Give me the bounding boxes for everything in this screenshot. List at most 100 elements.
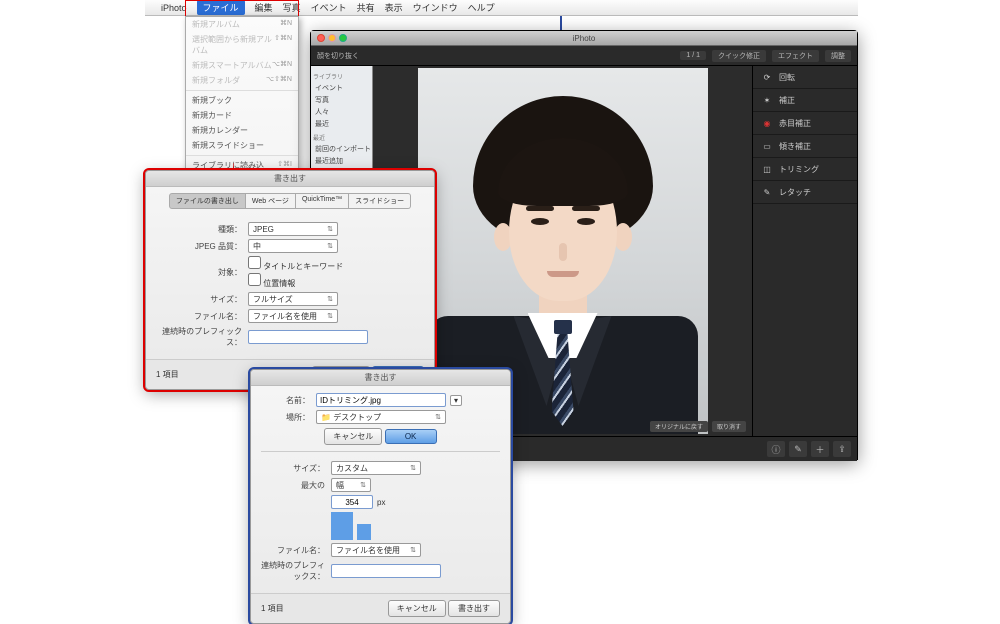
dialog-title: 書き出す [251,370,510,386]
px-unit: px [377,498,385,507]
menu-file[interactable]: ファイル [197,0,245,15]
mac-menubar: iPhoto ファイル 編集 写真 イベント 共有 表示 ウインドウ ヘルプ [145,0,858,16]
undo-button[interactable]: 取り消す [712,421,746,432]
sidebar-item[interactable]: 前回のインポート [313,143,370,155]
add-icon[interactable]: ＋ [811,441,829,457]
window-title: iPhoto [573,34,596,43]
place-label: 場所： [261,412,316,423]
toolbar-title: 顔を切り抜く [317,51,359,61]
menu-item[interactable]: 新規ブック [186,93,298,108]
target-label: 対象： [156,267,248,278]
place-select[interactable]: 📁 デスクトップ⇅ [316,410,446,424]
menu-help[interactable]: ヘルプ [468,1,495,14]
filename-input[interactable] [316,393,446,407]
prefix-label: 連続時のプレフィックス： [156,326,248,348]
zoom-icon[interactable] [339,34,347,42]
filename-select[interactable]: ファイル名を使用⇅ [331,543,421,557]
menu-item[interactable]: 新規スマートアルバム⌥⌘N [186,58,298,73]
quality-select[interactable]: 中⇅ [248,239,338,253]
size-label: サイズ： [156,294,248,305]
edit-tools-panel: ⟳回転 ✶補正 ◉赤目補正 ▭傾き補正 ◫トリミング ✎レタッチ [752,66,857,436]
chevron-updown-icon: ⇅ [327,295,333,303]
tab-adjust[interactable]: 調整 [825,50,851,62]
window-titlebar: iPhoto [311,31,857,46]
item-count: 1 項目 [261,603,284,614]
name-label: 名前： [261,395,316,406]
sidebar-item[interactable]: イベント [313,82,370,94]
size-preview-icon [331,512,375,540]
close-icon[interactable] [317,34,325,42]
minimize-icon[interactable] [328,34,336,42]
dimension-select[interactable]: 幅⇅ [331,478,371,492]
redeye-icon: ◉ [761,117,773,129]
filename-select[interactable]: ファイル名を使用⇅ [248,309,338,323]
menu-events[interactable]: イベント [311,1,347,14]
size-select[interactable]: フルサイズ⇅ [248,292,338,306]
menu-separator [186,155,298,156]
menu-item[interactable]: 新規フォルダ⌥⇧⌘N [186,73,298,88]
menu-window[interactable]: ウインドウ [413,1,458,14]
ok-button[interactable]: OK [385,429,437,444]
export-dialog: 書き出す ファイルの書き出し Web ページ QuickTime™ スライドショ… [145,170,435,390]
sidebar-item[interactable]: 写真 [313,94,370,106]
rotate-icon: ⟳ [761,71,773,83]
tab-quickfix[interactable]: クイック修正 [712,50,766,62]
tool-rotate[interactable]: ⟳回転 [753,66,857,89]
tool-retouch[interactable]: ✎レタッチ [753,181,857,204]
chevron-updown-icon: ⇅ [360,481,366,489]
tool-redeye[interactable]: ◉赤目補正 [753,112,857,135]
prefix-input[interactable] [248,330,368,344]
menu-item[interactable]: 選択範囲から新規アルバム⇧⌘N [186,32,298,58]
retouch-icon: ✎ [761,186,773,198]
cancel-button[interactable]: キャンセル [324,428,382,445]
filename-label: ファイル名： [156,311,248,322]
sidebar-item[interactable]: 最近追加 [313,155,370,167]
item-count: 1 項目 [156,369,179,380]
crop-icon: ◫ [761,163,773,175]
tab-slideshow[interactable]: スライドショー [349,193,411,209]
kind-label: 種類： [156,224,248,235]
info-icon[interactable]: ⓘ [767,441,785,457]
tool-straighten[interactable]: ▭傾き補正 [753,135,857,158]
photo-counter: 1 / 1 [680,51,706,60]
tab-webpage[interactable]: Web ページ [246,193,296,209]
cancel-button[interactable]: キャンセル [388,600,446,617]
share-icon[interactable]: ⇪ [833,441,851,457]
app-name: iPhoto [161,3,187,13]
chevron-updown-icon: ⇅ [410,464,416,472]
pixel-input[interactable] [331,495,373,509]
max-label: 最大の [261,480,331,491]
menu-item[interactable]: 新規スライドショー [186,138,298,153]
tab-file-export[interactable]: ファイルの書き出し [169,193,246,209]
revert-button[interactable]: オリジナルに戻す [650,421,708,432]
edit-icon[interactable]: ✎ [789,441,807,457]
menu-edit[interactable]: 編集 [255,1,273,14]
prefix-label: 連続時のプレフィックス： [261,560,331,582]
tab-effects[interactable]: エフェクト [772,50,819,62]
menu-photos[interactable]: 写真 [283,1,301,14]
location-checkbox[interactable]: 位置情報 [248,273,295,289]
tool-crop[interactable]: ◫トリミング [753,158,857,181]
sidebar-item[interactable]: 最近 [313,118,370,130]
kind-select[interactable]: JPEG⇅ [248,222,338,236]
traffic-lights [317,34,347,42]
menu-item[interactable]: 新規カード [186,108,298,123]
save-dialog: 書き出す 名前： ▾ 場所： 📁 デスクトップ⇅ キャンセル OK サイズ： カ… [250,369,511,624]
expand-icon[interactable]: ▾ [450,395,462,406]
tab-quicktime[interactable]: QuickTime™ [296,193,349,209]
menu-view[interactable]: 表示 [385,1,403,14]
chevron-updown-icon: ⇅ [410,546,416,554]
window-toolbar: 顔を切り抜く 1 / 1 クイック修正 エフェクト 調整 [311,46,857,66]
size-select[interactable]: カスタム⇅ [331,461,421,475]
tool-enhance[interactable]: ✶補正 [753,89,857,112]
straighten-icon: ▭ [761,140,773,152]
sidebar-item[interactable]: 人々 [313,106,370,118]
menu-item[interactable]: 新規カレンダー [186,123,298,138]
chevron-updown-icon: ⇅ [435,413,441,421]
menu-share[interactable]: 共有 [357,1,375,14]
export-button[interactable]: 書き出す [448,600,500,617]
size-label: サイズ： [261,463,331,474]
prefix-input[interactable] [331,564,441,578]
title-keywords-checkbox[interactable]: タイトルとキーワード [248,256,343,272]
menu-item[interactable]: 新規アルバム⌘N [186,17,298,32]
